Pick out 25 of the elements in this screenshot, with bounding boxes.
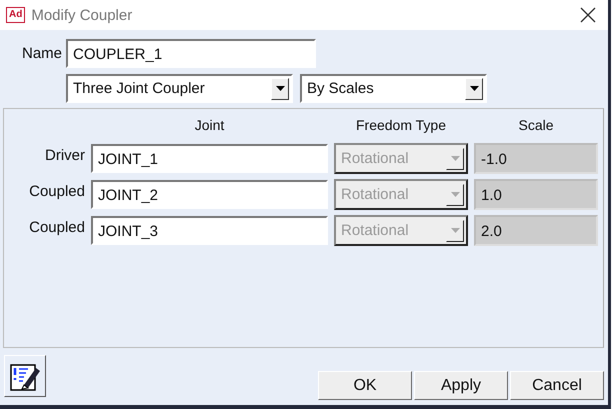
- caret-icon: [450, 156, 460, 161]
- coupler-type-dropdown[interactable]: Three Joint Coupler: [66, 74, 293, 103]
- caret-icon: [276, 86, 284, 91]
- row-label: Driver: [44, 146, 85, 164]
- dialog-button[interactable]: OK: [318, 371, 412, 400]
- column-header: Scale: [517, 117, 555, 135]
- column-header: Freedom Type: [354, 117, 447, 135]
- name-label: Name: [20, 45, 63, 62]
- dialog-button[interactable]: Apply: [414, 371, 508, 400]
- notes-button[interactable]: [4, 355, 46, 397]
- app-logo-icon: Ad: [6, 7, 26, 23]
- caret-icon: [450, 192, 460, 197]
- window-title: Modify Coupler: [31, 6, 134, 24]
- column-header: Joint: [194, 117, 226, 135]
- method-dropdown[interactable]: By Scales: [300, 74, 487, 103]
- row-label: Coupled: [28, 182, 85, 200]
- caret-icon: [450, 228, 460, 233]
- row-label: Coupled: [28, 218, 85, 236]
- joint-field[interactable]: JOINT_1: [91, 144, 328, 173]
- caret-icon: [470, 86, 478, 91]
- dialog-button[interactable]: Cancel: [510, 371, 604, 400]
- name-field[interactable]: COUPLER_1: [66, 39, 316, 68]
- joint-field[interactable]: JOINT_2: [91, 180, 328, 209]
- joint-field[interactable]: JOINT_3: [91, 216, 328, 245]
- close-icon[interactable]: [580, 7, 596, 23]
